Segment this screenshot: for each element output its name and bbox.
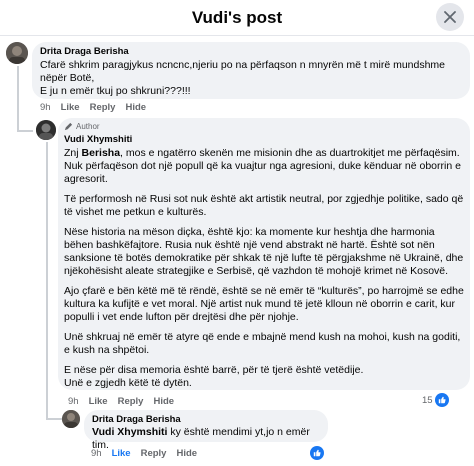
- thread-line: [46, 142, 48, 420]
- post-header: Vudi's post: [0, 0, 474, 36]
- comment-actions: 9h Like Reply Hide: [91, 448, 197, 459]
- reply-button[interactable]: Reply: [90, 102, 116, 113]
- paragraph-text: Znj: [64, 147, 79, 159]
- thread-line: [17, 130, 33, 132]
- like-button[interactable]: Like: [89, 396, 108, 407]
- comment-paragraph: Unë shkruaj në emër të atyre që ende e m…: [64, 331, 461, 356]
- comment-paragraph: Nëse historia na mëson diçka, është kjo:…: [64, 226, 464, 277]
- avatar[interactable]: [6, 42, 28, 64]
- thread-line: [46, 418, 62, 420]
- comment-actions: 9h Like Reply Hide: [68, 396, 174, 407]
- comment-paragraph: Znj Berisha, mos e ngatërro skenën me mi…: [64, 147, 464, 186]
- comment-line: nëpër Botë,: [40, 72, 95, 84]
- comment-timestamp[interactable]: 9h: [91, 448, 102, 459]
- comment-paragraph: Të performosh në Rusi sot nuk është akt …: [64, 193, 464, 218]
- comment-paragraph: Unë e zgjedh këtë të dytën.: [64, 377, 192, 389]
- mention-link[interactable]: Berisha: [82, 147, 121, 159]
- comment-paragraph: Ajo çfarë e bën këtë më të rëndë, është …: [64, 285, 464, 323]
- paragraph-text: , mos e ngatërro skenën me misionin dhe …: [64, 147, 461, 185]
- comment-author[interactable]: Vudi Xhymshiti: [64, 134, 464, 145]
- pen-icon: [64, 122, 73, 131]
- comment-author[interactable]: Drita Draga Berisha: [40, 46, 462, 57]
- thread-line: [17, 66, 19, 132]
- close-button[interactable]: [436, 3, 464, 31]
- comment-author[interactable]: Drita Draga Berisha: [92, 414, 320, 425]
- comment-line: Cfarë shkrim paragjykus ncncnc,njeriu po…: [40, 59, 446, 71]
- reaction-count[interactable]: 15: [422, 393, 449, 407]
- hide-button[interactable]: Hide: [153, 396, 174, 407]
- thumbs-up-icon: [434, 393, 449, 407]
- comment-bubble: Drita Draga Berisha Vudi Xhymshiti ky ës…: [84, 410, 328, 451]
- avatar[interactable]: [36, 120, 56, 140]
- comment-bubble: Author Vudi Xhymshiti Znj Berisha, mos e…: [58, 118, 470, 390]
- comment-timestamp[interactable]: 9h: [40, 102, 51, 113]
- comment-timestamp[interactable]: 9h: [68, 396, 79, 407]
- comment-bubble: Drita Draga Berisha Cfarë shkrim paragjy…: [32, 42, 470, 99]
- mention-link[interactable]: Vudi Xhymshiti: [92, 426, 167, 438]
- comment-line: E ju n emër tkuj po shkruni???!!!: [40, 85, 191, 97]
- like-button[interactable]: Like: [112, 448, 131, 459]
- avatar[interactable]: [62, 410, 80, 428]
- hide-button[interactable]: Hide: [125, 102, 146, 113]
- reply-button[interactable]: Reply: [118, 396, 144, 407]
- like-button[interactable]: Like: [61, 102, 80, 113]
- reaction-number: 15: [422, 394, 433, 406]
- comment-actions: 9h Like Reply Hide: [40, 102, 146, 113]
- thumbs-up-icon: [310, 446, 324, 460]
- reaction-count[interactable]: [310, 446, 324, 460]
- page-title: Vudi's post: [191, 8, 283, 27]
- close-icon: [444, 11, 456, 23]
- hide-button[interactable]: Hide: [176, 448, 197, 459]
- comment-paragraph: E nëse për disa memoria është barrë, për…: [64, 364, 364, 376]
- author-badge: Author: [64, 122, 464, 131]
- author-badge-label: Author: [76, 122, 100, 131]
- reply-button[interactable]: Reply: [141, 448, 167, 459]
